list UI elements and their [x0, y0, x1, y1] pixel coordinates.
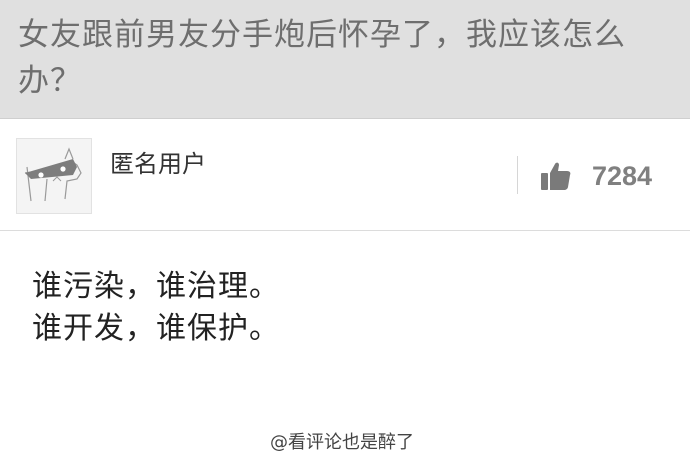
thumbs-up-icon — [541, 162, 571, 190]
answer-content: 谁污染，谁治理。 谁开发，谁保护。 — [32, 266, 652, 350]
divider — [517, 156, 518, 194]
vote-count: 7284 — [592, 160, 653, 191]
question-header[interactable]: 女友跟前男友分手炮后怀孕了，我应该怎么办？ — [0, 0, 690, 119]
upvote-button[interactable]: 7284 — [540, 158, 652, 194]
page: 女友跟前男友分手炮后怀孕了，我应该怎么办？ 匿名用户 7284 谁污染，谁治理。… — [0, 0, 690, 458]
answer-line: 谁开发，谁保护。 — [32, 311, 280, 346]
question-title[interactable]: 女友跟前男友分手炮后怀孕了，我应该怎么办？ — [18, 12, 672, 104]
answer-line: 谁污染，谁治理。 — [32, 269, 280, 304]
answer-author-bar: 匿名用户 7284 — [0, 120, 690, 231]
anonymous-avatar-icon — [17, 139, 91, 213]
author-name[interactable]: 匿名用户 — [110, 144, 206, 179]
avatar[interactable] — [16, 138, 92, 214]
watermark: @看评论也是醉了 — [270, 432, 414, 453]
